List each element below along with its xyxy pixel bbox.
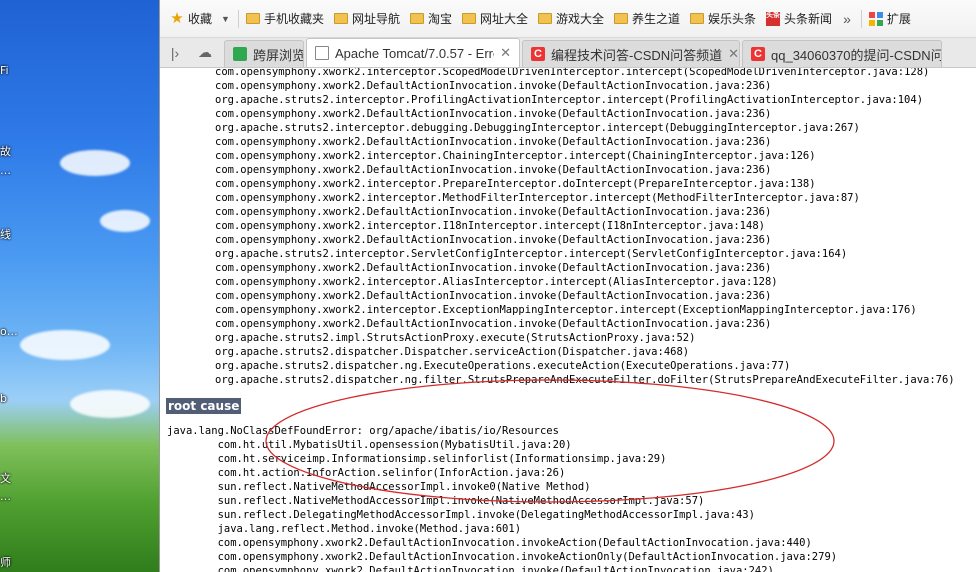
desktop-icon-label[interactable]: …	[0, 490, 14, 503]
bookmark-label: 养生之道	[632, 12, 681, 26]
bookmark-label: 头条新闻	[784, 12, 833, 26]
tab-bar: |› ☁ 跨屏浏览 Apache Tomcat/7.0.57 - Erro ✕ …	[160, 38, 976, 68]
bookmark-item[interactable]: 网址大全	[457, 7, 533, 31]
tab-tomcat-error[interactable]: Apache Tomcat/7.0.57 - Erro ✕	[306, 38, 520, 67]
cloud	[70, 390, 150, 418]
green-screen-icon	[233, 47, 247, 61]
tab-csdn-questions[interactable]: C qq_34060370的提问-CSDN问…	[742, 40, 942, 67]
folder-icon	[538, 13, 552, 24]
bookmark-label: 淘宝	[427, 12, 452, 26]
bookmark-item[interactable]: 游戏大全	[533, 7, 609, 31]
desktop-icon-label[interactable]: 线	[0, 228, 14, 241]
divider	[860, 9, 862, 28]
desktop-icon-label[interactable]: b	[0, 392, 14, 405]
bookmark-label: 网址导航	[351, 12, 400, 26]
page-icon	[315, 46, 329, 60]
folder-icon	[614, 13, 629, 24]
close-icon[interactable]: ✕	[500, 45, 511, 61]
tab-label: qq_34060370的提问-CSDN问…	[771, 47, 942, 63]
cloud	[60, 150, 130, 176]
extensions-button[interactable]: 扩展	[864, 7, 916, 31]
desktop-icon-label[interactable]: 师	[0, 556, 14, 569]
tab-label: 编程技术问答-CSDN问答频道	[551, 47, 723, 63]
tab-cross-screen[interactable]: 跨屏浏览	[224, 40, 304, 67]
bookmark-label: 手机收藏夹	[263, 12, 324, 26]
more-bookmarks-icon[interactable]: »	[843, 11, 851, 27]
chevron-down-icon[interactable]: ▼	[221, 14, 230, 24]
csdn-icon: C	[751, 47, 765, 61]
extensions-grid-icon	[868, 11, 883, 26]
folder-icon	[461, 13, 476, 24]
bookmark-label: 游戏大全	[556, 12, 605, 26]
star-icon: ★	[170, 9, 184, 27]
folder-icon	[333, 13, 348, 24]
browser-window: ★ 收藏 ▼ 手机收藏夹 网址导航 淘宝 网址大全 游戏大全 养生之道 娱乐头条…	[159, 0, 976, 572]
desktop-icon-label[interactable]: o…	[0, 325, 18, 338]
tab-csdn-qa[interactable]: C 编程技术问答-CSDN问答频道 ✕	[522, 40, 740, 67]
favorites-button[interactable]: ★ 收藏	[160, 7, 217, 31]
bookmark-item[interactable]: 淘宝	[405, 7, 457, 31]
favorites-label: 收藏	[188, 12, 213, 26]
divider	[237, 9, 239, 28]
stack-trace: com.opensymphony.xwork2.interceptor.Scop…	[215, 68, 955, 386]
close-icon[interactable]: ✕	[728, 46, 739, 62]
desktop-wallpaper: Fi 故 … 线 o… b 文 … 师	[0, 0, 159, 572]
tab-label: 跨屏浏览	[253, 47, 304, 63]
desktop-icon-label[interactable]: 文	[0, 472, 14, 485]
desktop-icon-label[interactable]: …	[0, 164, 14, 177]
bookmark-item[interactable]: 头条 头条新闻	[761, 7, 837, 31]
cloud	[100, 210, 150, 232]
bookmark-item[interactable]: 娱乐头条	[685, 7, 761, 31]
folder-icon	[245, 13, 260, 24]
page-content: com.opensymphony.xwork2.interceptor.Scop…	[160, 68, 976, 572]
root-cause-heading: root cause	[166, 398, 242, 414]
bookmark-item[interactable]: 手机收藏夹	[241, 7, 329, 31]
bookmark-label: 网址大全	[479, 12, 528, 26]
folder-icon	[409, 13, 424, 24]
bookmark-item[interactable]: 养生之道	[609, 7, 685, 31]
desktop-icon-label[interactable]: 故	[0, 145, 14, 158]
tab-label: Apache Tomcat/7.0.57 - Erro	[335, 45, 495, 61]
csdn-icon: C	[531, 47, 545, 61]
desktop-icon-label[interactable]: Fi	[0, 64, 14, 77]
root-cause-trace: java.lang.NoClassDefFoundError: org/apac…	[167, 425, 838, 572]
bookmark-label: 娱乐头条	[708, 12, 757, 26]
sidebar-toggle-icon[interactable]: |›	[160, 38, 190, 67]
cloud-sync-icon[interactable]: ☁	[190, 38, 220, 67]
cloud	[20, 330, 110, 360]
folder-icon	[690, 13, 705, 24]
toutiao-icon: 头条	[766, 11, 781, 26]
bookmark-item[interactable]: 网址导航	[329, 7, 405, 31]
bookmarks-bar: ★ 收藏 ▼ 手机收藏夹 网址导航 淘宝 网址大全 游戏大全 养生之道 娱乐头条…	[160, 0, 976, 38]
extensions-label: 扩展	[886, 12, 911, 26]
